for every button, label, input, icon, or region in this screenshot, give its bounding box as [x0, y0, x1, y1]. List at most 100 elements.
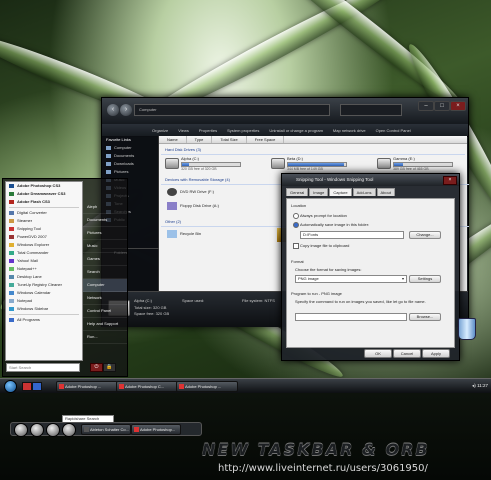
tab-about[interactable]: About — [376, 188, 395, 196]
start-search-input[interactable]: Start Search — [6, 363, 80, 372]
place-run[interactable]: Run... — [83, 331, 127, 344]
place-help[interactable]: Help and Support — [83, 318, 127, 331]
volume-icon[interactable]: ◂) — [472, 383, 476, 388]
column-name[interactable]: Name — [159, 136, 187, 143]
dialog-titlebar[interactable]: Snipping Tool - Windows Snipping Tool × — [282, 174, 459, 186]
drive-d[interactable]: Beta (D:) 344 MB free of 149 GB — [271, 156, 349, 174]
dialog-close-button[interactable]: × — [443, 176, 457, 185]
back-button[interactable]: ‹ — [107, 104, 119, 116]
column-type[interactable]: Type — [187, 136, 213, 143]
taskbar-button[interactable]: Adobe Photoshop C... — [116, 381, 178, 392]
pinned-photoshop[interactable]: Adobe Photoshop CS3 — [6, 182, 82, 190]
dvd-drive[interactable]: DVD RW Drive (F:) — [167, 188, 214, 196]
sidebar-item-downloads[interactable]: Downloads — [102, 160, 158, 168]
lock-button[interactable]: 🔒 — [103, 363, 116, 372]
tab-capture[interactable]: Capture — [329, 188, 352, 196]
quick-launch-icon[interactable] — [22, 382, 32, 391]
place-user[interactable]: Aleph — [83, 201, 127, 214]
place-music[interactable]: Music — [83, 240, 127, 253]
tab-addons[interactable]: Add-ons — [352, 188, 376, 196]
drive-e[interactable]: Gamma (E:) 389 GB free of 465 GB — [377, 156, 455, 174]
format-select[interactable]: PNG image ▾ — [295, 275, 407, 283]
toolbar-uninstall[interactable]: Uninstall or change a program — [269, 128, 323, 133]
place-control-panel[interactable]: Control Panel — [83, 305, 127, 318]
clock[interactable]: 11:27 — [477, 383, 488, 388]
notepad-icon — [9, 299, 14, 303]
place-search[interactable]: Search — [83, 266, 127, 279]
place-documents[interactable]: Documents — [83, 214, 127, 227]
drive-c[interactable]: Alpha (C:) 320 GB free of 320 GB — [165, 156, 243, 174]
forward-button[interactable]: › — [120, 104, 132, 116]
sidebar-item-computer[interactable]: Computer — [102, 144, 158, 152]
recent-program[interactable]: Steamer — [6, 217, 82, 225]
minimize-button[interactable]: – — [418, 101, 434, 111]
app-icon — [9, 219, 14, 223]
pinned-flash[interactable]: Adobe Flash CS3 — [6, 198, 82, 206]
start-orb[interactable] — [4, 380, 17, 393]
tab-general[interactable]: General — [286, 188, 309, 196]
radio-auto-save-label: Automatically save image in this folder: — [300, 222, 370, 227]
program-field[interactable] — [295, 313, 407, 321]
search-input[interactable] — [340, 104, 402, 116]
recent-program[interactable]: Desktop Lane — [6, 273, 82, 281]
column-free-space[interactable]: Free Space — [247, 136, 285, 143]
settings-button[interactable]: Settings — [409, 275, 441, 283]
explorer-titlebar[interactable]: ‹ › Computer – □ × — [102, 98, 468, 124]
browse-button[interactable]: Browse... — [409, 313, 441, 321]
sidebar-item-pictures[interactable]: Pictures — [102, 168, 158, 176]
recent-program[interactable]: Windows Sidebar — [6, 305, 82, 313]
power-button[interactable]: ⏻ — [90, 363, 103, 372]
folder-field[interactable]: D:\Fonts — [300, 231, 404, 239]
computer-icon — [106, 146, 111, 150]
radio-prompt[interactable] — [293, 213, 299, 219]
recent-program[interactable]: Digital Converter — [6, 209, 82, 217]
ok-button[interactable]: OK — [364, 349, 392, 358]
place-games[interactable]: Games — [83, 253, 127, 266]
toolbar-organize[interactable]: Organize — [152, 128, 168, 133]
change-button[interactable]: Change... — [409, 231, 441, 239]
recent-program[interactable]: Total Commander — [6, 249, 82, 257]
toolbar-map-drive[interactable]: Map network drive — [333, 128, 366, 133]
toolbar-control-panel[interactable]: Open Control Panel — [376, 128, 411, 133]
recent-program[interactable]: Notepad++ — [6, 265, 82, 273]
column-total-size[interactable]: Total Size — [212, 136, 247, 143]
recent-program[interactable]: Snipping Tool — [6, 225, 82, 233]
preview-orb — [14, 423, 28, 437]
apply-button[interactable]: Apply — [422, 349, 450, 358]
all-programs[interactable]: All Programs — [6, 316, 82, 324]
toolbar-properties[interactable]: Properties — [199, 128, 217, 133]
quick-launch-icon[interactable] — [32, 382, 42, 391]
recent-program[interactable]: Notepad — [6, 297, 82, 305]
recycle-bin-desktop-icon[interactable] — [455, 318, 477, 348]
radio-auto-save[interactable] — [293, 222, 299, 228]
tab-image[interactable]: Image — [309, 188, 329, 196]
taskbar-button[interactable]: Adobe Photoshop ... — [176, 381, 238, 392]
preview-taskbar-button[interactable]: Adobe Photoshop... — [131, 424, 181, 435]
toolbar-system-properties[interactable]: System properties — [227, 128, 259, 133]
recent-program[interactable]: PowerDVD 2007 — [6, 233, 82, 241]
details-space-used: Space used: — [182, 298, 205, 303]
place-computer[interactable]: Computer — [83, 279, 127, 292]
floppy-drive[interactable]: Floppy Disk Drive (A:) — [167, 202, 219, 210]
recent-program[interactable]: Yahoo! Mail — [6, 257, 82, 265]
recycle-bin-item[interactable]: Recycle Bin — [167, 230, 201, 238]
address-bar[interactable]: Computer — [134, 104, 330, 116]
place-network[interactable]: Network — [83, 292, 127, 305]
radio-prompt-label: Always prompt for location — [300, 213, 347, 218]
recent-program[interactable]: Windows Explorer — [6, 241, 82, 249]
taskbar-button[interactable]: Adobe Photoshop ... — [56, 381, 118, 392]
pinned-dreamweaver[interactable]: Adobe Dreamweaver CS3 — [6, 190, 82, 198]
toolbar-views[interactable]: Views — [178, 128, 189, 133]
hard-drive-icon — [377, 158, 391, 169]
preview-taskbar-button[interactable]: Ableton Schalter Co... — [81, 424, 131, 435]
app-icon — [9, 211, 14, 215]
recent-program[interactable]: TuneUp Registry Cleaner — [6, 281, 82, 289]
cancel-button[interactable]: Cancel — [393, 349, 421, 358]
place-pictures[interactable]: Pictures — [83, 227, 127, 240]
recent-program[interactable]: Windows Calendar — [6, 289, 82, 297]
copy-clipboard-checkbox[interactable] — [293, 243, 299, 249]
sidebar-item-documents[interactable]: Documents — [102, 152, 158, 160]
close-button[interactable]: × — [450, 101, 466, 111]
group-header-hdd[interactable]: Hard Disk Drives (3) — [161, 145, 465, 155]
maximize-button[interactable]: □ — [434, 101, 450, 111]
